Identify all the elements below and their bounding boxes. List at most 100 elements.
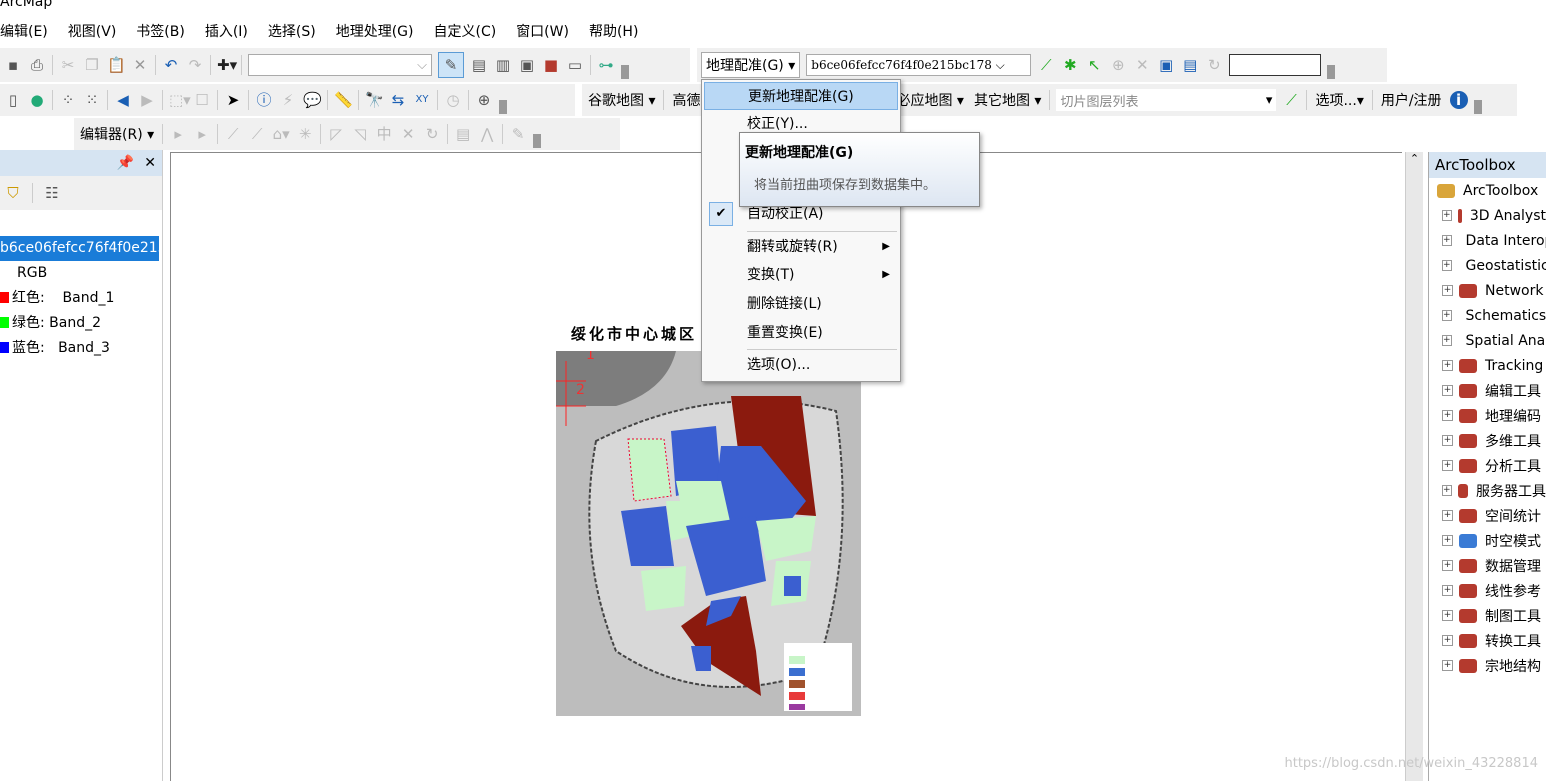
time-slider-icon[interactable]: ◷ — [444, 91, 462, 109]
model-builder-icon[interactable]: ⊶ — [597, 56, 615, 74]
georef-layer-combo[interactable]: b6ce06fefcc76f4f0e215bc178 ⌵ — [806, 54, 1032, 76]
expand-icon[interactable]: + — [1442, 510, 1453, 521]
toolbox-item[interactable]: + 编辑工具 — [1429, 378, 1546, 403]
edit-annotation-icon[interactable]: ▸ — [193, 125, 211, 143]
toolbox-item[interactable]: + 分析工具 — [1429, 453, 1546, 478]
google-map-dropdown[interactable]: 谷歌地图 ▾ — [586, 90, 657, 110]
toolbox-item[interactable]: + Schematics — [1429, 303, 1546, 328]
edit-tool-icon[interactable]: ▸ — [169, 125, 187, 143]
magnifier-icon[interactable]: ⊕ — [475, 91, 493, 109]
toolbox-item[interactable]: + 时空模式 — [1429, 528, 1546, 553]
bing-map-dropdown[interactable]: 必应地图 ▾ — [894, 90, 965, 110]
expand-icon[interactable]: + — [1442, 210, 1452, 221]
user-register-button[interactable]: 用户/注册 — [1379, 90, 1444, 110]
arctoolbox-root[interactable]: ArcToolbox — [1429, 178, 1546, 203]
select-elements-icon[interactable]: ➤ — [224, 91, 242, 109]
arctoolbox-icon[interactable]: ■ — [542, 56, 560, 74]
fixed-zoom-in-icon[interactable]: ⁘ — [59, 91, 77, 109]
toolbox-item[interactable]: + 地理编码 — [1429, 403, 1546, 428]
toolbox-item[interactable]: +Geostatistical — [1429, 253, 1546, 278]
rotate-angle-input[interactable] — [1229, 54, 1322, 76]
html-popup-icon[interactable]: 💬 — [303, 91, 322, 109]
python-icon[interactable]: ▭ — [566, 56, 584, 74]
menu-transformation[interactable]: 变换(T) ▶ — [702, 261, 900, 289]
gaode-map-dropdown[interactable]: 高德 — [670, 90, 702, 110]
expand-icon[interactable]: + — [1442, 360, 1453, 371]
menu-insert[interactable]: 插入(I) — [195, 21, 258, 41]
expand-icon[interactable]: + — [1442, 260, 1452, 271]
menu-update-georeferencing[interactable]: 更新地理配准(G) — [704, 82, 898, 110]
search-window-icon[interactable]: ▣ — [518, 56, 536, 74]
add-point-icon[interactable]: ⟋ — [1282, 91, 1300, 109]
find-route-icon[interactable]: ⇆ — [389, 91, 407, 109]
toolbox-item[interactable]: +3D Analyst — [1429, 203, 1546, 228]
editor-dropdown[interactable]: 编辑器(R) ▾ — [78, 124, 156, 144]
expand-icon[interactable]: + — [1442, 435, 1453, 446]
toolbox-item[interactable]: + 服务器工具 — [1429, 478, 1546, 503]
menu-help[interactable]: 帮助(H) — [579, 21, 648, 41]
delete-link-icon[interactable]: ✕ — [1133, 56, 1151, 74]
menu-flip-or-rotate[interactable]: 翻转或旋转(R) ▶ — [702, 233, 900, 261]
toolbox-item[interactable]: + 转换工具 — [1429, 628, 1546, 653]
tile-layer-list[interactable]: 切片图层列表 ▾ — [1056, 89, 1277, 111]
menu-options[interactable]: 选项(O)... — [702, 351, 900, 379]
options-dropdown[interactable]: 选项...▾ — [1313, 90, 1365, 110]
cut-icon[interactable]: ✂ — [59, 56, 77, 74]
close-icon[interactable]: ✕ — [144, 155, 156, 171]
select-features-icon[interactable]: ⬚▾ — [169, 91, 191, 109]
expand-icon[interactable]: + — [1442, 660, 1453, 671]
reshape-icon[interactable]: ◹ — [351, 125, 369, 143]
catalog-icon[interactable]: ▥ — [494, 56, 512, 74]
end-point-arc-icon[interactable]: ⟋ — [248, 125, 266, 143]
select-link-icon[interactable]: ↖ — [1085, 56, 1103, 74]
redo-icon[interactable]: ↷ — [186, 56, 204, 74]
split-icon[interactable]: ✕ — [399, 125, 417, 143]
expand-icon[interactable]: + — [1442, 410, 1453, 421]
toolbox-item[interactable]: + 多维工具 — [1429, 428, 1546, 453]
map-vertical-scrollbar[interactable]: ⌃ — [1405, 152, 1423, 781]
list-by-source-icon[interactable]: ⛉ — [4, 184, 22, 202]
layout-view-icon[interactable]: ▯ — [4, 91, 22, 109]
sketch-properties-icon[interactable]: ⋀ — [478, 125, 496, 143]
add-control-points-icon[interactable]: ⟋ — [1037, 56, 1055, 74]
options-list-icon[interactable]: ☷ — [43, 184, 61, 202]
cut-polygons-icon[interactable]: 中 — [375, 125, 393, 143]
expand-icon[interactable]: + — [1442, 335, 1452, 346]
table-of-contents-icon[interactable]: ▤ — [470, 56, 488, 74]
undo-icon[interactable]: ↶ — [162, 56, 180, 74]
fixed-zoom-out-icon[interactable]: ⁙ — [83, 91, 101, 109]
globe-icon[interactable]: ● — [28, 91, 46, 109]
attributes-icon[interactable]: ▤ — [454, 125, 472, 143]
clear-selection-icon[interactable]: ☐ — [193, 91, 211, 109]
toolbox-item[interactable]: +Spatial Analyst — [1429, 328, 1546, 353]
zoom-to-link-icon[interactable]: ⊕ — [1109, 56, 1127, 74]
toolbar-grip[interactable] — [499, 100, 507, 114]
add-data-icon[interactable]: ✚▾ — [217, 56, 237, 74]
toolbox-item[interactable]: + 制图工具 — [1429, 603, 1546, 628]
expand-icon[interactable]: + — [1442, 535, 1453, 546]
rotate-tool-icon[interactable]: ↻ — [423, 125, 441, 143]
menu-edit[interactable]: 编辑(E) — [0, 21, 58, 41]
expand-icon[interactable]: + — [1442, 585, 1453, 596]
save-icon[interactable]: ▪ — [4, 56, 22, 74]
expand-icon[interactable]: + — [1442, 610, 1453, 621]
editor-toolbar-icon[interactable]: ✎ — [438, 52, 464, 78]
other-map-dropdown[interactable]: 其它地图 ▾ — [972, 90, 1043, 110]
toolbox-item[interactable]: + 空间统计 — [1429, 503, 1546, 528]
delete-icon[interactable]: ✕ — [131, 56, 149, 74]
toolbox-item[interactable]: +Data Interoperability — [1429, 228, 1546, 253]
straight-segment-icon[interactable]: ⟋ — [224, 125, 242, 143]
measure-icon[interactable]: 📏 — [334, 91, 353, 109]
menu-windows[interactable]: 窗口(W) — [506, 21, 579, 41]
toolbox-item[interactable]: + 数据管理 — [1429, 553, 1546, 578]
layer-item[interactable]: b6ce06fefcc76f4f0e215 — [0, 236, 159, 261]
identify-icon[interactable]: ⓘ — [255, 91, 273, 109]
scale-combo[interactable]: ⌵ — [248, 54, 432, 76]
expand-icon[interactable]: + — [1442, 385, 1453, 396]
find-icon[interactable]: 🔭 — [365, 91, 384, 109]
paste-icon[interactable]: 📋 — [107, 56, 126, 74]
scroll-up-icon[interactable]: ⌃ — [1406, 152, 1423, 165]
georeferencing-dropdown[interactable]: 地理配准(G) ▾ — [701, 52, 801, 78]
menu-geoprocessing[interactable]: 地理处理(G) — [326, 21, 424, 41]
menu-customize[interactable]: 自定义(C) — [423, 21, 506, 41]
